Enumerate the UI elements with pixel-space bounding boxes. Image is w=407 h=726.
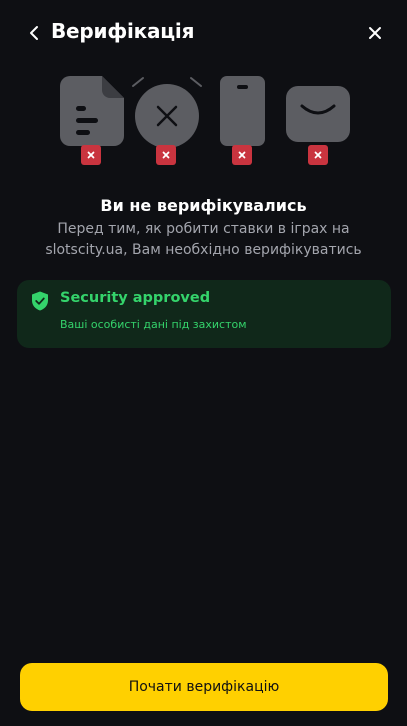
not-verified-badge: [81, 145, 101, 165]
security-subtitle: Ваші особисті дані під захистом: [60, 318, 247, 331]
security-title: Security approved: [60, 290, 211, 306]
page-title: Верифікація: [51, 19, 195, 43]
not-verified-badge: [156, 145, 176, 165]
verification-screen: Верифікація Ви не верифікувались Перед т…: [0, 0, 407, 726]
phone-step: [220, 76, 266, 165]
document-icon: [60, 76, 124, 146]
back-button[interactable]: [24, 22, 46, 44]
selfie-step: [131, 76, 203, 165]
x-icon: [87, 151, 95, 159]
close-icon: [369, 27, 381, 39]
document-step: [60, 76, 124, 165]
verification-steps-illustration: [0, 72, 407, 172]
x-icon: [162, 151, 170, 159]
not-verified-badge: [232, 145, 252, 165]
x-icon: [314, 151, 322, 159]
shield-check-icon: [32, 291, 48, 311]
x-icon: [238, 151, 246, 159]
phone-icon: [220, 76, 265, 146]
face-scan-icon: [132, 77, 202, 148]
start-verification-button[interactable]: Почати верифікацію: [20, 663, 388, 711]
not-verified-badge: [308, 145, 328, 165]
envelope-icon: [286, 86, 350, 142]
chevron-left-icon: [30, 26, 38, 40]
security-approved-card: Security approved Ваші особисті дані під…: [17, 280, 391, 348]
close-button[interactable]: [365, 23, 385, 43]
not-verified-title: Ви не верифікувались: [100, 196, 307, 215]
not-verified-description: Перед тим, як робити ставки в іграх на s…: [45, 221, 362, 258]
email-step: [286, 86, 350, 165]
header: Верифікація: [0, 0, 407, 66]
